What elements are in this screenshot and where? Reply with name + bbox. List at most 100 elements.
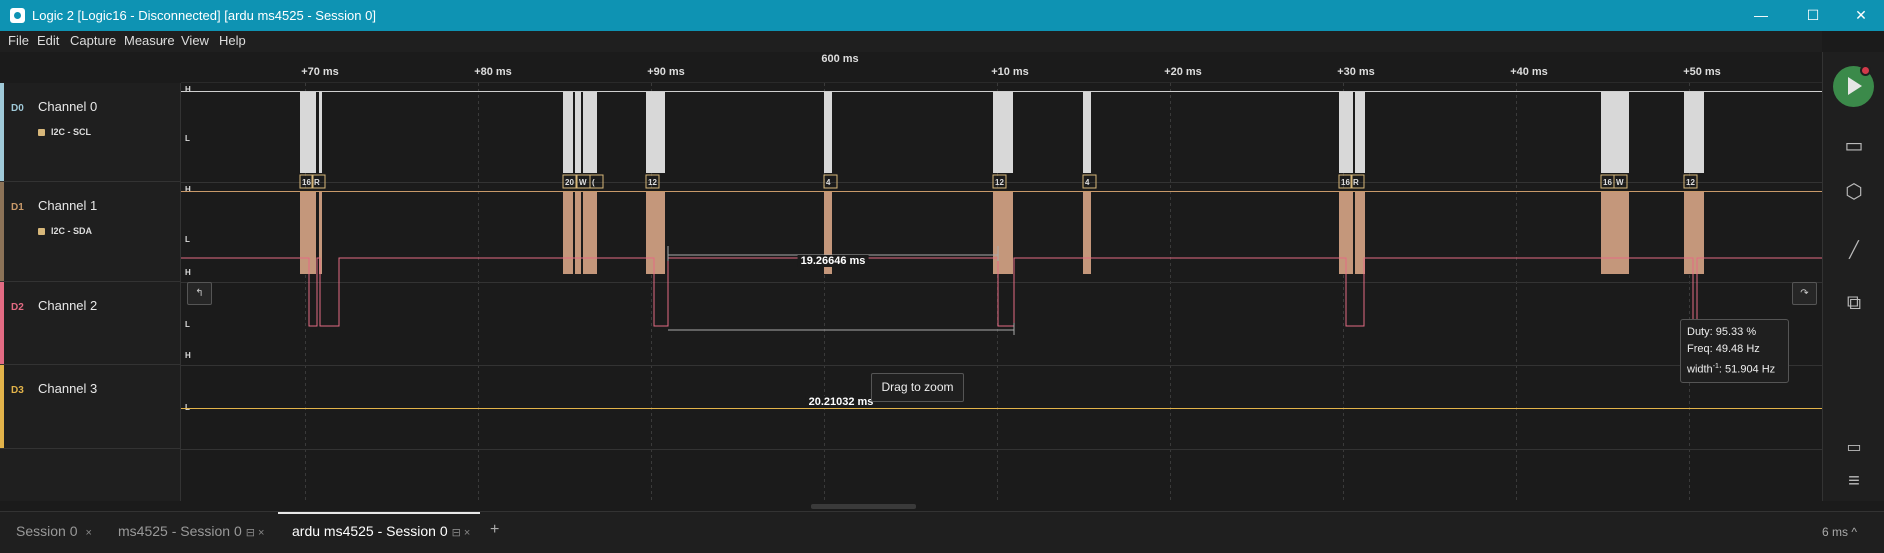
channel-color-bar	[0, 282, 4, 364]
channel-tag: D3	[11, 385, 24, 396]
low-level-label: L	[185, 320, 190, 329]
i2c-frame-label: W	[579, 178, 587, 187]
menu-bar: File Edit Capture Measure View Help ‹	[0, 31, 1822, 52]
menu-measure[interactable]: Measure	[124, 33, 175, 48]
channel-name[interactable]: Channel 0	[38, 99, 97, 114]
ruler-tick: +20 ms	[1164, 66, 1202, 78]
close-button[interactable]: ✕	[1838, 0, 1884, 31]
horizontal-scrollbar[interactable]	[181, 501, 1822, 511]
high-level-label: H	[185, 351, 191, 360]
channel-name[interactable]: Channel 1	[38, 198, 97, 213]
measurement-upper: 19.26646 ms	[797, 255, 869, 267]
device-settings-icon[interactable]: ▭	[1840, 133, 1868, 158]
sda-gap	[1631, 192, 1633, 274]
analyzer-label[interactable]: I2C - SCL	[51, 127, 91, 137]
waveform-area[interactable]: HLHLHLHL 16 R 20 W(12 4 12 4 16 R 16 W 12 19.26646 …	[181, 83, 1822, 501]
i2c-frame-label: R	[1353, 178, 1359, 187]
measurement-tooltip: Duty: 95.33 % Freq: 49.48 Hz width-1: 51…	[1680, 319, 1789, 383]
window-title: Logic 2 [Logic16 - Disconnected] [ardu m…	[32, 8, 376, 23]
tab-close-icon[interactable]: ×	[258, 527, 264, 539]
add-tab-button[interactable]: +	[490, 521, 499, 539]
tab-session-0[interactable]: Session 0 ×	[16, 523, 92, 539]
scl-gap	[316, 92, 319, 173]
ruler-tick: +50 ms	[1683, 66, 1721, 78]
right-sidebar: ▭ ⬡ ╱ ⧉ ▭ ≡	[1822, 52, 1884, 501]
scl-burst	[1684, 92, 1704, 173]
measurement-lower: 20.21032 ms	[805, 396, 877, 408]
scl-burst	[993, 92, 1013, 173]
channel-name[interactable]: Channel 3	[38, 381, 97, 396]
i2c-frame-label: 12	[1686, 178, 1695, 187]
menu-capture[interactable]: Capture	[70, 33, 116, 48]
i2c-frame-label: 4	[1085, 178, 1090, 187]
high-level-label: H	[185, 185, 191, 194]
tab-close-icon[interactable]: ×	[464, 527, 470, 539]
tooltip-width-prefix: width	[1687, 363, 1713, 376]
scl-gap	[1631, 92, 1633, 173]
scl-burst	[1083, 92, 1091, 173]
channel-name[interactable]: Channel 2	[38, 298, 97, 313]
record-indicator-icon	[1860, 65, 1871, 76]
high-level-label: H	[185, 85, 191, 94]
channel-tag: D0	[11, 103, 24, 114]
tooltip-freq: Freq: 49.48 Hz	[1687, 343, 1760, 355]
ch2-left-edge-button[interactable]: ↰	[187, 282, 212, 305]
active-tab-indicator	[278, 512, 480, 514]
menu-help[interactable]: Help	[219, 33, 246, 48]
scl-burst	[1601, 92, 1629, 173]
menu-edit[interactable]: Edit	[37, 33, 59, 48]
scl-burst	[646, 92, 665, 173]
tab-ms4525-session-0[interactable]: ms4525 - Session 0 ⊟ ×	[118, 523, 264, 539]
measurements-icon[interactable]: ╱	[1840, 240, 1868, 260]
ruler-tick: +10 ms	[991, 66, 1029, 78]
ruler-tick: +80 ms	[474, 66, 512, 78]
menu-file[interactable]: File	[8, 33, 29, 48]
channel-row-0[interactable]: D0 Channel 0 I2C - SCL	[0, 83, 181, 182]
time-ruler: 600 ms +70 ms +80 ms +90 ms +10 ms +20 m…	[181, 52, 1822, 83]
high-level-label: H	[185, 268, 191, 277]
collapse-sidebar-icon[interactable]: ‹	[161, 32, 166, 48]
sda-burst	[1601, 192, 1629, 274]
sda-gap	[573, 192, 575, 274]
lock-icon: ⊟	[245, 527, 255, 539]
ruler-tick: +70 ms	[301, 66, 339, 78]
tab-close-icon[interactable]: ×	[85, 527, 91, 539]
analyzers-icon[interactable]: ⬡	[1840, 179, 1868, 204]
channel-color-bar	[0, 365, 4, 448]
channel-row-2[interactable]: D2 Channel 2	[0, 282, 181, 365]
menu-icon[interactable]: ≡	[1840, 470, 1868, 493]
i2c-frame-label: 16	[1603, 178, 1612, 187]
timescale-selector[interactable]: 6 ms ^	[1822, 525, 1857, 539]
sda-burst	[646, 192, 665, 274]
channel-tag: D2	[11, 302, 24, 313]
channel-label-panel: D0 Channel 0 I2C - SCL D1 Channel 1 I2C …	[0, 83, 181, 501]
notes-icon[interactable]: ▭	[1840, 437, 1868, 457]
tab-ardu-ms4525-session-0[interactable]: ardu ms4525 - Session 0 ⊟ ×	[292, 523, 470, 539]
minimize-button[interactable]: —	[1738, 0, 1784, 31]
ch2-right-edge-button[interactable]: ↷	[1792, 282, 1817, 305]
i2c-frame-label: 4	[826, 178, 831, 187]
i2c-frame-label: 12	[995, 178, 1004, 187]
scl-gap	[573, 92, 575, 173]
i2c-decoded-frames: 16 R 20 W(12 4 12 4 16 R 16 W 12	[299, 174, 1698, 189]
analyzer-color-icon	[38, 228, 45, 235]
low-level-label: L	[185, 403, 190, 412]
menu-view[interactable]: View	[181, 33, 209, 48]
scl-gap	[581, 92, 583, 173]
tooltip-width: width-1: 51.904 Hz	[1687, 358, 1782, 379]
waveform-canvas[interactable]: HLHLHLHL 16 R 20 W(12 4 12 4 16 R 16 W 12	[181, 83, 1822, 501]
i2c-frame-label: 20	[565, 178, 574, 187]
scrollbar-thumb[interactable]	[811, 504, 916, 509]
scl-gap	[1353, 92, 1355, 173]
maximize-button[interactable]: ☐	[1790, 0, 1836, 31]
scl-burst	[1339, 92, 1365, 173]
extensions-icon[interactable]: ⧉	[1840, 292, 1868, 315]
analyzer-label[interactable]: I2C - SDA	[51, 226, 92, 236]
sda-burst	[1339, 192, 1365, 274]
channel-row-1[interactable]: D1 Channel 1 I2C - SDA	[0, 182, 181, 282]
ruler-tick: +30 ms	[1337, 66, 1375, 78]
scl-waveform	[300, 92, 1704, 173]
tooltip-width-value: : 51.904 Hz	[1718, 363, 1776, 376]
low-level-label: L	[185, 235, 190, 244]
channel-row-3[interactable]: D3 Channel 3	[0, 365, 181, 449]
